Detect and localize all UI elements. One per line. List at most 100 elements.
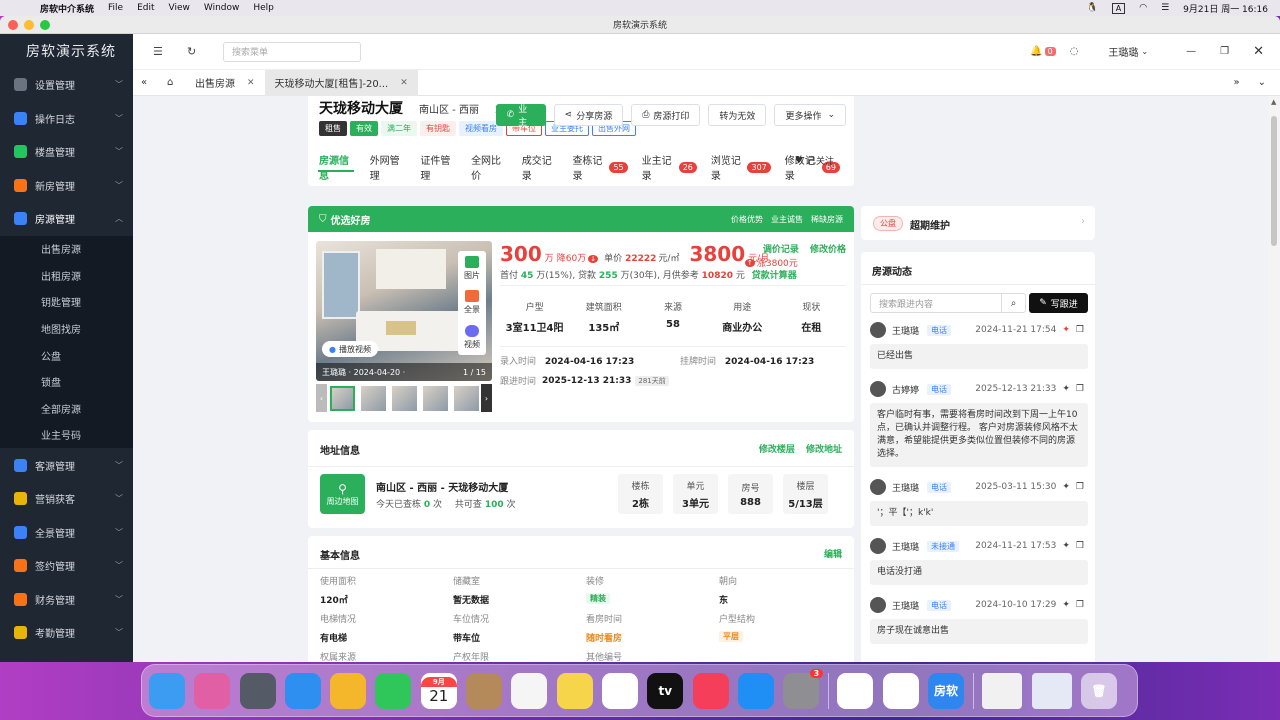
tabs-dropdown-icon[interactable]: ⌄ — [1258, 77, 1266, 88]
copy-icon[interactable]: ❐ — [1076, 541, 1084, 551]
sidebar-item-top-2[interactable]: 楼盘管理 ﹀ — [0, 135, 133, 169]
scrollbar-thumb[interactable] — [1271, 116, 1277, 246]
gallery-video-button[interactable]: 视频 — [464, 325, 480, 350]
chevron-right-icon[interactable]: › — [1081, 216, 1085, 227]
close-app-icon[interactable]: ✕ — [1253, 44, 1264, 59]
sidebar-item-top-4[interactable]: 房源管理 ︿ — [0, 202, 133, 236]
dock-app-appstore-icon[interactable] — [737, 672, 774, 709]
tabs-scroll-right-icon[interactable]: » — [1233, 77, 1239, 88]
sidebar-item-bottom-4[interactable]: 财务管理 ﹀ — [0, 582, 133, 616]
chevron-down-icon[interactable]: ⌄ — [1141, 47, 1148, 56]
subtab-6[interactable]: 业主记录 26 — [642, 152, 697, 182]
subtab-3[interactable]: 全网比价 — [471, 152, 508, 182]
dock-app-notes-icon[interactable] — [556, 672, 593, 709]
menubar-app-name[interactable]: 房软中介系统 — [40, 2, 94, 15]
refresh-icon[interactable]: ↻ — [187, 45, 201, 58]
gallery-photo-button[interactable]: 图片 — [464, 255, 480, 281]
minimize-app-icon[interactable]: — — [1186, 46, 1196, 57]
submenu-item-7[interactable]: 业主号码 — [0, 422, 133, 449]
menu-help[interactable]: Help — [253, 3, 274, 13]
follow-toggle[interactable]: ♥ 已关注 — [795, 154, 834, 168]
menu-window[interactable]: Window — [204, 3, 240, 13]
modify-price-link[interactable]: 修改价格 — [810, 245, 846, 255]
sidebar-item-bottom-1[interactable]: 营销获客 ﹀ — [0, 482, 133, 516]
bell-icon[interactable]: 🔔 — [1030, 46, 1042, 57]
price-history-link[interactable]: 调价记录 — [763, 245, 799, 255]
pin-icon[interactable]: ✦ — [1062, 384, 1070, 394]
more-actions-button[interactable]: 更多操作 ⌄ — [774, 104, 846, 126]
dock-app-settings-icon[interactable]: 3 — [783, 668, 824, 709]
pin-icon[interactable]: ✦ — [1062, 600, 1070, 610]
edit-address-link[interactable]: 修改地址 — [806, 445, 842, 455]
close-tab-icon[interactable]: ✕ — [247, 78, 255, 88]
home-tab-icon[interactable]: ⌂ — [167, 77, 185, 88]
loan-calculator-link[interactable]: 贷款计算器 — [752, 271, 797, 281]
tab-house-detail[interactable]: 天珑移动大厦[租售]-20... ✕ — [264, 69, 418, 96]
zoom-window-icon[interactable] — [40, 20, 50, 30]
play-video-button[interactable]: ● 播放视频 — [322, 341, 378, 357]
thumb-prev-icon[interactable]: ‹ — [316, 384, 327, 412]
gallery-thumbnail[interactable] — [330, 385, 355, 411]
premium-link-3[interactable]: 稀缺房源 — [811, 214, 843, 225]
content-scrollbar[interactable]: ▲ — [1268, 96, 1280, 662]
subtab-5[interactable]: 查栋记录 55 — [572, 152, 628, 182]
dock-app-calendar-icon[interactable]: 9月 21 — [420, 672, 457, 709]
input-method-icon[interactable]: A — [1111, 2, 1126, 14]
restore-app-icon[interactable]: ❐ — [1220, 46, 1229, 57]
nearby-map-button[interactable]: ⚲ 周边地图 — [320, 474, 365, 514]
dock-app-safari-icon[interactable] — [284, 672, 321, 709]
invalid-button[interactable]: 转为无效 — [708, 104, 767, 126]
gallery-thumbnail[interactable] — [454, 385, 479, 411]
submenu-item-5[interactable]: 锁盘 — [0, 368, 133, 395]
subtab-7[interactable]: 浏览记录 307 — [711, 152, 771, 182]
trash-icon[interactable]: 🗑 — [1080, 672, 1117, 709]
dock-app-launchpad-icon[interactable] — [194, 672, 231, 709]
dock-app-contacts-icon[interactable] — [466, 672, 503, 709]
copy-icon[interactable]: ❐ — [1076, 384, 1084, 394]
feed-search-input[interactable]: 搜索跟进内容 ⌕ — [870, 293, 1026, 313]
close-tab-icon[interactable]: ✕ — [400, 78, 408, 88]
photo-gallery[interactable]: 图片 全景 视频 ● 播放视频 王璐璐 · 2024-04-20 · 1 / 15 — [316, 241, 492, 381]
subtab-1[interactable]: 外网管理 — [370, 152, 407, 182]
close-window-icon[interactable] — [8, 20, 18, 30]
minimize-window-icon[interactable] — [24, 20, 34, 30]
dock-app-finder-icon[interactable] — [149, 672, 185, 709]
menu-file[interactable]: File — [108, 3, 123, 13]
owner-button[interactable]: ✆ 业主 — [495, 104, 546, 128]
pin-icon[interactable]: ✦ — [1062, 541, 1070, 551]
gallery-thumbnail[interactable] — [361, 385, 386, 411]
gallery-pano-button[interactable]: 全景 — [464, 290, 480, 315]
pin-icon[interactable]: ✦ — [1062, 482, 1070, 492]
write-followup-button[interactable]: ✎ 写跟进 — [1029, 293, 1088, 313]
submenu-item-4[interactable]: 公盘 — [0, 342, 133, 369]
premium-link-1[interactable]: 价格优势 — [731, 214, 763, 225]
menu-edit[interactable]: Edit — [137, 3, 154, 13]
pin-icon[interactable]: ✦ — [1062, 325, 1070, 335]
edit-floor-link[interactable]: 修改楼层 — [759, 445, 795, 455]
copy-icon[interactable]: ❐ — [1076, 325, 1084, 335]
dock-window-preview-2[interactable] — [1031, 672, 1072, 709]
copy-icon[interactable]: ❐ — [1076, 600, 1084, 610]
dock-window-preview-1[interactable] — [982, 672, 1023, 709]
sidebar-item-bottom-0[interactable]: 客源管理 ﹀ — [0, 448, 133, 482]
sidebar-item-top-1[interactable]: 操作日志 ﹀ — [0, 102, 133, 136]
wifi-icon[interactable]: ◠ — [1139, 3, 1147, 13]
dock-app-qq-icon[interactable] — [837, 672, 874, 709]
sidebar-item-bottom-2[interactable]: 全景管理 ﹀ — [0, 515, 133, 549]
tab-sale-list[interactable]: 出售房源 ✕ — [185, 70, 265, 96]
dock-app-facetime-icon[interactable] — [375, 672, 412, 709]
dock-app-freeform-icon[interactable] — [601, 672, 638, 709]
subtab-4[interactable]: 成交记录 — [522, 152, 559, 182]
sidebar-item-top-0[interactable]: 设置管理 ﹀ — [0, 68, 133, 102]
submenu-item-2[interactable]: 钥匙管理 — [0, 289, 133, 316]
tabs-scroll-left-icon[interactable]: « — [141, 77, 159, 88]
dock-app-reminders-icon[interactable] — [511, 672, 548, 709]
search-icon[interactable]: ⌕ — [1001, 294, 1025, 312]
copy-icon[interactable]: ❐ — [1076, 482, 1084, 492]
menu-fold-icon[interactable]: ☰ — [153, 45, 167, 58]
dock-app-fangruan-icon[interactable]: 房软 — [928, 672, 965, 709]
submenu-item-0[interactable]: 出售房源 — [0, 236, 133, 263]
submenu-item-6[interactable]: 全部房源 — [0, 395, 133, 422]
chat-icon[interactable]: ◌ — [1070, 46, 1079, 57]
gallery-thumbnail[interactable] — [392, 385, 417, 411]
